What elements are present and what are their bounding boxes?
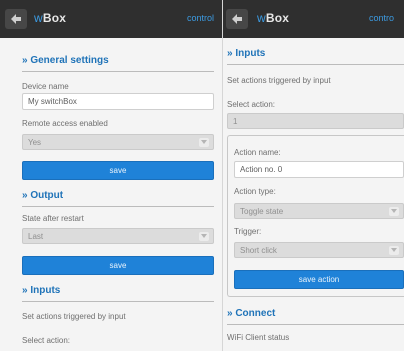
top-bar: wBox control [0,0,222,38]
inputs-title: » Inputs [227,48,404,65]
trigger-select[interactable]: Short click [234,242,404,258]
remote-access-select[interactable]: Yes [22,134,214,150]
action-name-label: Action name: [234,148,281,157]
action-type-value: Toggle state [240,207,284,216]
arrow-left-icon [232,14,242,24]
action-name-input[interactable]: Action no. 0 [234,161,404,178]
back-button[interactable] [5,9,27,29]
trigger-value: Short click [240,246,277,255]
output-save-button[interactable]: save [22,256,214,275]
select-action-label: Select action: [227,100,276,109]
app-logo: wBox [34,11,67,25]
general-settings-title: » General settings [22,55,214,72]
connect-title: » Connect [227,308,404,325]
chevron-down-icon [199,232,209,241]
state-after-restart-label: State after restart [22,214,84,223]
select-action-label: Select action: [22,336,71,345]
wifi-client-status-label: WiFi Client status [227,333,290,342]
chevron-down-icon [389,207,399,216]
select-action-value: 1 [233,117,238,126]
arrow-left-icon [11,14,21,24]
chevron-down-icon [389,246,399,255]
inputs-description: Set actions triggered by input [227,76,331,85]
chevron-down-icon [199,138,209,147]
state-after-restart-value: Last [28,232,44,241]
back-button[interactable] [226,9,248,29]
control-link[interactable]: control [187,13,214,23]
select-action-select[interactable]: 1 [227,113,404,129]
device-name-label: Device name [22,82,69,91]
control-link[interactable]: contro [369,13,394,23]
left-screen: wBox control » General settings Device n… [0,0,222,351]
top-bar: wBox contro [223,0,404,38]
save-action-button[interactable]: save action [234,270,404,289]
inputs-title: » Inputs [22,285,214,302]
app-logo: wBox [257,11,290,25]
general-save-button[interactable]: save [22,161,214,180]
state-after-restart-select[interactable]: Last [22,228,214,244]
remote-access-label: Remote access enabled [22,119,108,128]
action-type-label: Action type: [234,187,276,196]
trigger-label: Trigger: [234,227,262,236]
device-name-input[interactable]: My switchBox [22,93,214,110]
action-type-select[interactable]: Toggle state [234,203,404,219]
output-title: » Output [22,190,214,207]
inputs-description: Set actions triggered by input [22,312,126,321]
remote-access-value: Yes [28,138,42,147]
